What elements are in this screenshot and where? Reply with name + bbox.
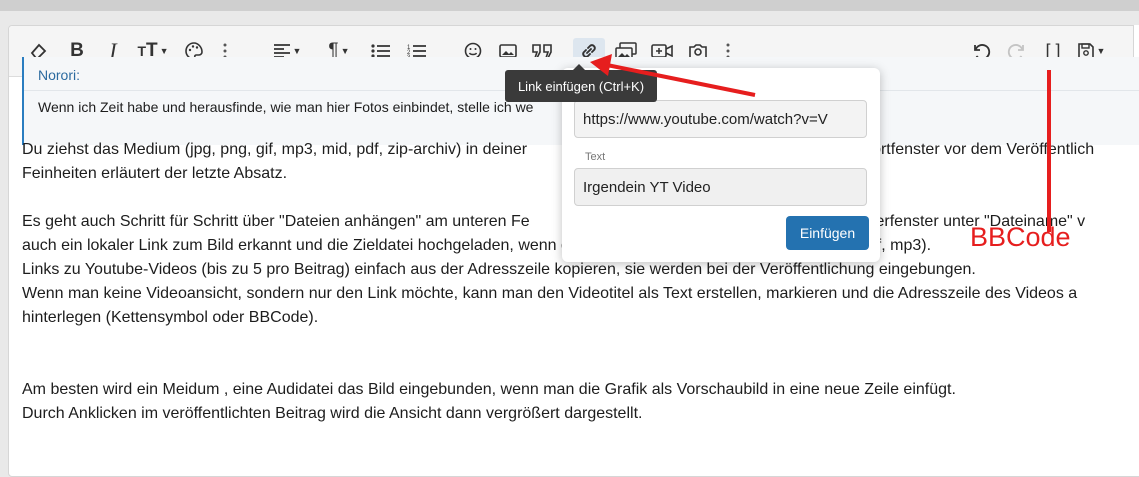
link-text-input[interactable] [574, 168, 867, 206]
text-field-label: Text [585, 151, 606, 163]
body-line [22, 354, 1139, 378]
quote-author: Norori: [38, 67, 81, 83]
body-line [22, 330, 1139, 354]
body-line: hinterlegen (Kettensymbol oder BBCode). [22, 309, 319, 326]
bbcode-annotation: BBCode [970, 222, 1071, 252]
url-input[interactable] [574, 100, 867, 138]
body-line: Durch Anklicken im veröffentlichten Beit… [22, 405, 643, 422]
body-line: Am besten wird ein Meidum , eine Audidat… [22, 381, 956, 398]
browser-top-strip [0, 0, 1139, 11]
insert-button[interactable]: Einfügen [786, 216, 869, 250]
link-tooltip: Link einfügen (Ctrl+K) [505, 64, 657, 102]
body-line: Wenn man keine Videoansicht, sondern nur… [22, 285, 1078, 302]
